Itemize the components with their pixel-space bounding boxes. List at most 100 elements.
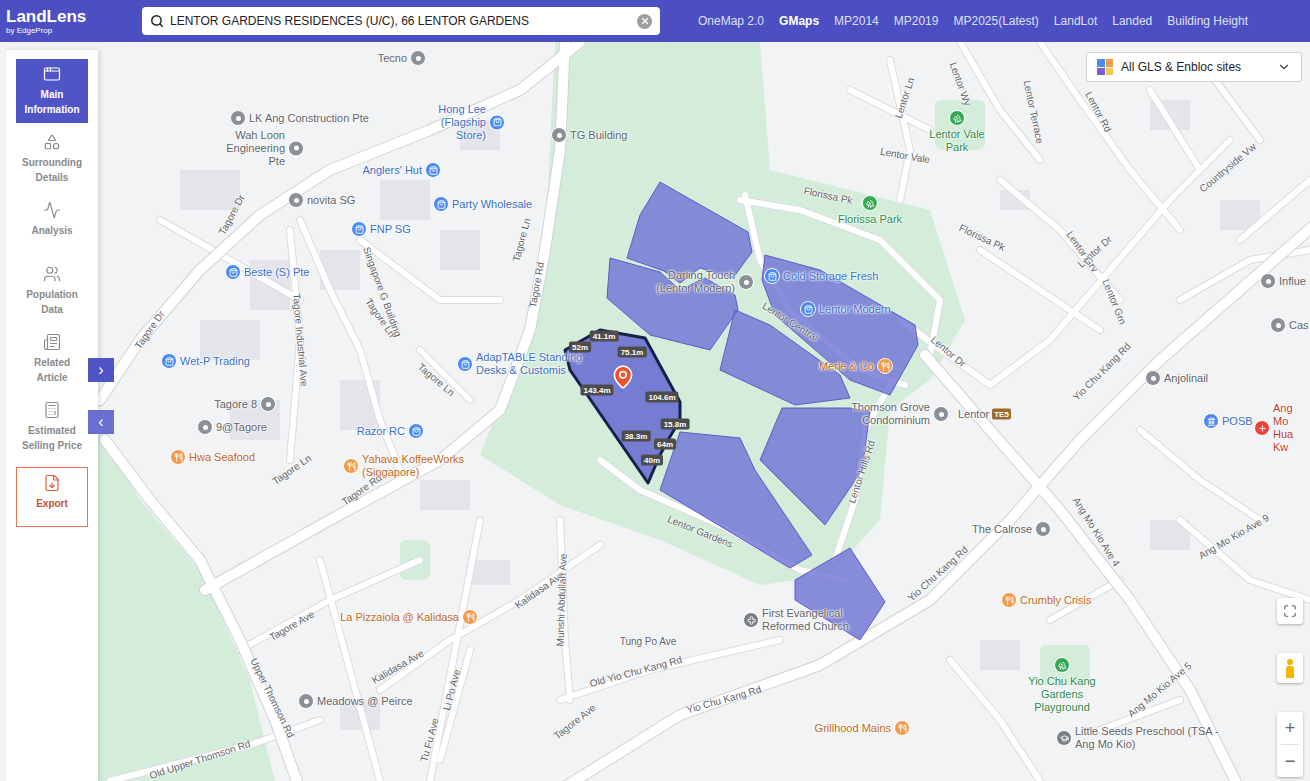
shop-pin-icon[interactable]	[800, 301, 816, 317]
map-place[interactable]: Cas	[1270, 317, 1309, 333]
food-pin-icon[interactable]	[877, 358, 893, 374]
map-place[interactable]: 9@Tagore	[197, 419, 267, 435]
map-place[interactable]: Tagore 8	[214, 396, 276, 412]
map-place[interactable]: Grillhood Mains	[815, 720, 910, 736]
map-place[interactable]: Merle & Co	[819, 358, 893, 374]
school-pin-icon[interactable]	[1056, 730, 1072, 746]
nav-tab[interactable]: Landed	[1112, 12, 1152, 30]
selected-parcel[interactable]	[565, 330, 680, 483]
location-pin-icon[interactable]	[610, 364, 636, 390]
map-place[interactable]: Influe	[1260, 273, 1306, 289]
map-place[interactable]: Meadows @ Peirce	[298, 693, 413, 709]
park-pin-icon[interactable]	[862, 195, 878, 211]
pegman-icon[interactable]	[1277, 653, 1303, 683]
shop-pin-icon[interactable]	[489, 114, 505, 130]
collapse-panel-button[interactable]: ‹	[88, 410, 114, 434]
sidebar-item[interactable]: Estimated Selling Price	[16, 395, 88, 459]
place-pin-icon[interactable]	[298, 693, 314, 709]
search-field[interactable]: LENTOR GARDENS RESIDENCES (U/C), 66 LENT…	[142, 7, 660, 35]
layer-filter-dropdown[interactable]: All GLS & Enbloc sites	[1086, 52, 1302, 82]
shop-pin-icon[interactable]	[225, 264, 241, 280]
map-place[interactable]: LK Ang Construction Pte	[230, 110, 369, 126]
map-place[interactable]: La Pizzaiola @ Kalidasa	[340, 609, 478, 625]
map-place[interactable]: Anglers' Hut	[362, 162, 441, 178]
expand-panel-button[interactable]: ›	[88, 358, 114, 382]
map-place[interactable]: Thomson Grove Condominium	[844, 401, 949, 427]
nav-tab[interactable]: MP2019	[894, 12, 939, 30]
food-pin-icon[interactable]	[170, 449, 186, 465]
nav-tab[interactable]: Building Height	[1167, 12, 1248, 30]
map-place[interactable]: AdapTABLE Standing Desks & Customis	[457, 351, 588, 377]
shop-pin-icon[interactable]	[433, 196, 449, 212]
place-pin-icon[interactable]	[288, 192, 304, 208]
logo[interactable]: LandLensby EdgeProp	[6, 7, 142, 36]
place-pin-icon[interactable]	[1145, 370, 1161, 386]
map-place[interactable]: Party Wholesale	[433, 196, 532, 212]
map-place[interactable]: Little Seeds Preschool (TSA - Ang Mo Kio…	[1056, 725, 1220, 751]
map[interactable]: Tagore DrTagore DrTagore LnTagore LnTago…	[0, 42, 1310, 781]
sidebar-item[interactable]: Export	[16, 467, 88, 527]
map-place[interactable]: Wet-P Trading	[161, 353, 250, 369]
park-pin-icon[interactable]	[949, 110, 965, 126]
place-pin-icon[interactable]	[288, 140, 304, 156]
station-label[interactable]: LentorTE5	[958, 408, 1011, 421]
map-place[interactable]: Lentor Vale Park	[929, 110, 985, 154]
map-place[interactable]: Darling Touch (Lentor Modern)	[649, 269, 754, 295]
place-pin-icon[interactable]	[410, 50, 426, 66]
place-pin-icon[interactable]	[1260, 273, 1276, 289]
map-place[interactable]: Anjolinail	[1145, 370, 1208, 386]
shop-pin-icon[interactable]	[425, 162, 441, 178]
nav-tab[interactable]: LandLot	[1054, 12, 1097, 30]
nav-tab[interactable]: MP2014	[834, 12, 879, 30]
map-place[interactable]: Cold Storage Fresh	[764, 268, 878, 284]
sidebar-item[interactable]: Related Article	[16, 327, 88, 391]
map-place[interactable]: Hwa Seafood	[170, 449, 255, 465]
map-place[interactable]: Beste (S) Pte	[225, 264, 309, 280]
place-pin-icon[interactable]	[260, 396, 276, 412]
shop-pin-icon[interactable]	[351, 221, 367, 237]
place-pin-icon[interactable]	[1270, 317, 1286, 333]
map-place[interactable]: FNP SG	[351, 221, 411, 237]
place-pin-icon[interactable]	[197, 419, 213, 435]
nav-tab[interactable]: MP2025(Latest)	[953, 12, 1038, 30]
park-pin-icon[interactable]	[1054, 657, 1070, 673]
map-place[interactable]: Razor RC	[357, 423, 424, 439]
map-place[interactable]: Lentor Modern	[800, 301, 891, 317]
bank-pin-icon[interactable]	[1203, 413, 1219, 429]
shop-pin-icon[interactable]	[408, 423, 424, 439]
map-place[interactable]: Yio Chu Kang Gardens Playground	[1014, 657, 1110, 714]
shop-pin-icon[interactable]	[457, 356, 473, 372]
clear-icon[interactable]	[637, 14, 652, 29]
zoom-in-button[interactable]: +	[1277, 712, 1303, 744]
map-place[interactable]: Yahava KoffeeWorks (Singapore)	[343, 453, 502, 479]
nav-tab[interactable]: OneMap 2.0	[698, 12, 764, 30]
shop-pin-icon[interactable]	[764, 268, 780, 284]
site-parcel[interactable]	[660, 432, 812, 568]
map-place[interactable]: Florissa Park	[838, 195, 902, 226]
map-place[interactable]: Ang Mo Hua Kw	[1254, 402, 1310, 454]
food-pin-icon[interactable]	[894, 720, 910, 736]
map-place[interactable]: TG Building	[551, 127, 627, 143]
shop-pin-icon[interactable]	[161, 353, 177, 369]
hospital-pin-icon[interactable]	[1254, 420, 1270, 436]
map-place[interactable]: Tecno	[378, 50, 426, 66]
sidebar-item[interactable]: Analysis	[16, 195, 88, 255]
sidebar-item[interactable]: Population Data	[16, 259, 88, 323]
sidebar-item[interactable]: Surrounding Details	[16, 127, 88, 191]
place-pin-icon[interactable]	[738, 274, 754, 290]
map-place[interactable]: novita SG	[288, 192, 355, 208]
fullscreen-button[interactable]	[1277, 598, 1303, 624]
sidebar-item[interactable]: Main Information	[16, 59, 88, 123]
zoom-out-button[interactable]: −	[1277, 745, 1303, 777]
worship-pin-icon[interactable]	[743, 612, 759, 628]
map-place[interactable]: The Calrose	[972, 521, 1051, 537]
food-pin-icon[interactable]	[462, 609, 478, 625]
place-pin-icon[interactable]	[230, 110, 246, 126]
map-place[interactable]: First Evangelical Reformed Church	[743, 607, 854, 633]
place-pin-icon[interactable]	[933, 406, 949, 422]
map-place[interactable]: Crumbly Crisis	[1001, 592, 1092, 608]
map-place[interactable]: POSB	[1203, 413, 1253, 429]
food-pin-icon[interactable]	[1001, 592, 1017, 608]
map-place[interactable]: Hong Lee (Flagship Store)	[424, 103, 505, 142]
food-pin-icon[interactable]	[343, 458, 359, 474]
